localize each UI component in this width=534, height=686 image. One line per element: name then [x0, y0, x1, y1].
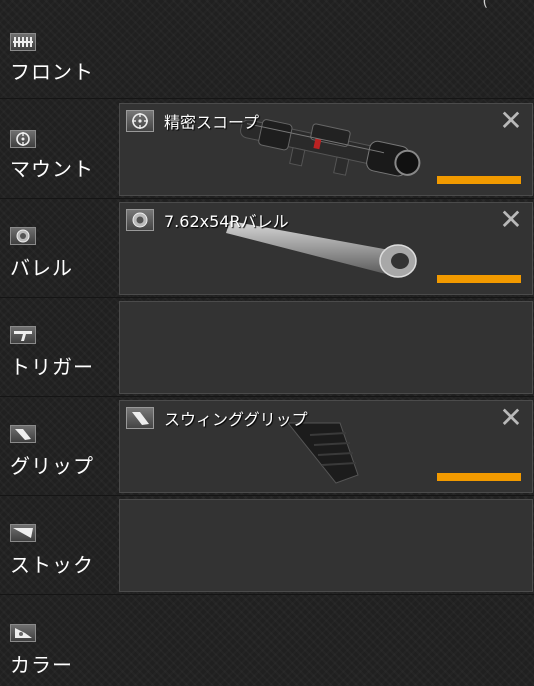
- row-grip: グリップ スウィンググリップ ✕: [0, 397, 534, 496]
- stock-icon: [10, 524, 36, 542]
- barrel-part-icon: [126, 209, 154, 231]
- slot-grip[interactable]: スウィンググリップ ✕: [119, 400, 533, 493]
- category-label: トリガー: [10, 355, 94, 379]
- item-name: 7.62x54Rバレル: [164, 212, 289, 231]
- category-grip[interactable]: グリップ: [0, 397, 118, 496]
- grip-durability-bar: [437, 473, 521, 481]
- mount-icon: [10, 130, 36, 148]
- category-label: フロント: [10, 60, 94, 84]
- trigger-icon: [10, 326, 36, 344]
- remove-barrel-button[interactable]: ✕: [498, 206, 524, 234]
- row-mount: マウント 精密スコープ ✕: [0, 100, 534, 199]
- category-label: カラー: [10, 653, 73, 677]
- category-label: バレル: [10, 256, 73, 280]
- slot-trigger-empty[interactable]: [119, 301, 533, 394]
- grip-icon: [10, 425, 36, 443]
- category-color[interactable]: カラー: [0, 595, 118, 686]
- barrel-durability-bar: [437, 275, 521, 283]
- remove-grip-button[interactable]: ✕: [498, 404, 524, 432]
- category-trigger[interactable]: トリガー: [0, 298, 118, 397]
- barrel-icon: [10, 227, 36, 245]
- category-stock[interactable]: ストック: [0, 496, 118, 595]
- item-name: スウィンググリップ: [164, 410, 308, 429]
- row-front: フロント: [0, 0, 534, 99]
- scope-icon: [126, 110, 154, 132]
- category-barrel[interactable]: バレル: [0, 199, 118, 298]
- mount-durability-bar: [437, 176, 521, 184]
- category-label: グリップ: [10, 454, 94, 478]
- front-icon: [10, 33, 36, 51]
- slot-stock-empty[interactable]: [119, 499, 533, 592]
- weapon-customize-panel: { "categories": [ {"label": "フロント", "ico…: [0, 0, 534, 686]
- row-trigger: トリガー: [0, 298, 534, 397]
- slot-color-empty[interactable]: [119, 598, 533, 686]
- category-label: マウント: [10, 157, 94, 181]
- color-icon: [10, 624, 36, 642]
- row-stock: ストック: [0, 496, 534, 595]
- slot-front-empty[interactable]: [119, 3, 533, 96]
- slot-barrel[interactable]: 7.62x54Rバレル ✕: [119, 202, 533, 295]
- category-mount[interactable]: マウント: [0, 100, 118, 199]
- category-label: ストック: [10, 553, 94, 577]
- row-barrel: バレル 7.62x54Rバレル ✕: [0, 199, 534, 298]
- item-name: 精密スコープ: [164, 113, 260, 132]
- remove-mount-button[interactable]: ✕: [498, 107, 524, 135]
- category-front[interactable]: フロント: [0, 0, 118, 99]
- grip-part-icon: [126, 407, 154, 429]
- row-color: カラー: [0, 595, 534, 686]
- slot-mount[interactable]: 精密スコープ ✕: [119, 103, 533, 196]
